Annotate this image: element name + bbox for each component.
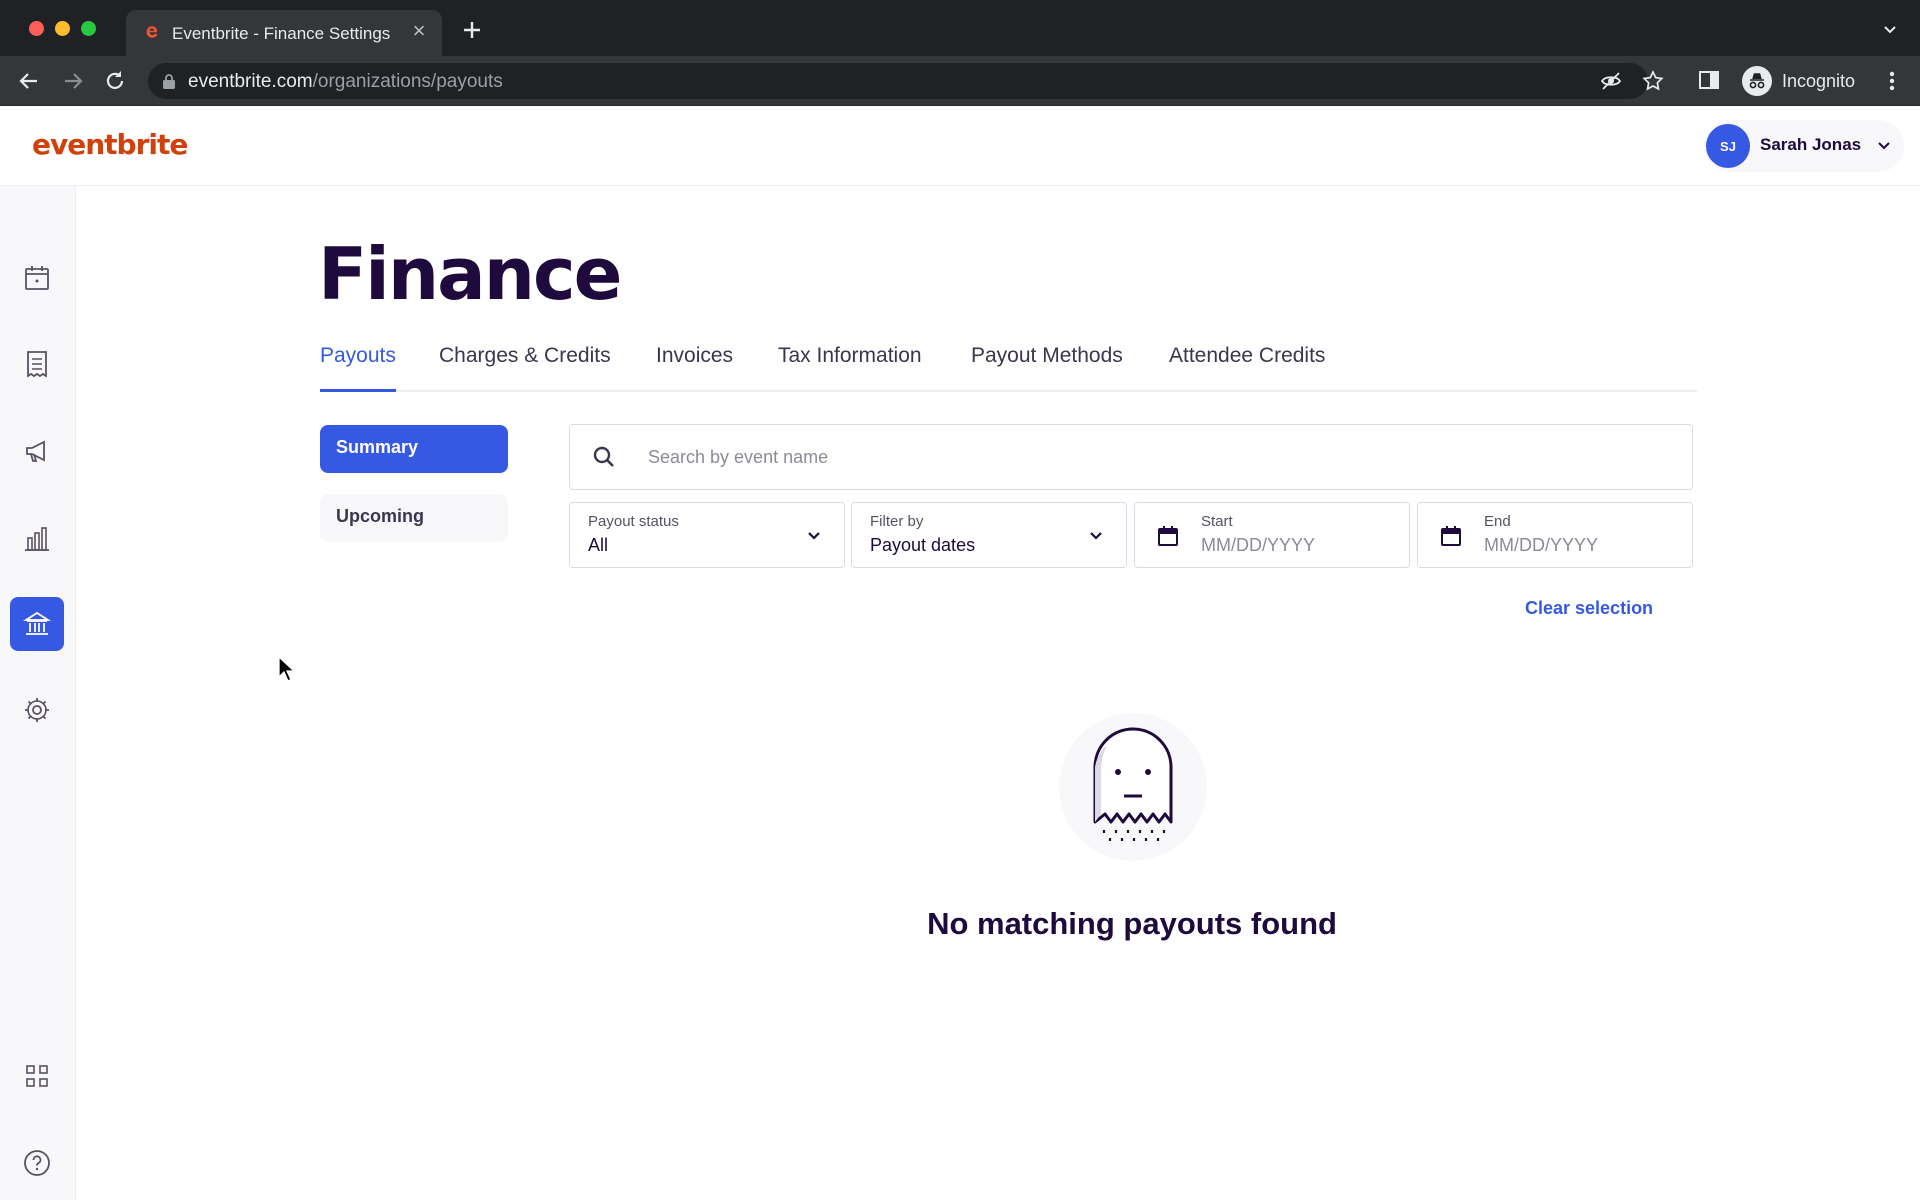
search-icon [593, 446, 614, 467]
incognito-profile-button[interactable]: Incognito [1738, 63, 1871, 99]
window-zoom-button[interactable] [81, 21, 96, 36]
start-date-field[interactable]: Start MM/DD/YYYY [1134, 502, 1410, 568]
tab-attendee-credits[interactable]: Attendee Credits [1169, 344, 1325, 392]
tab-search-chevron-icon[interactable] [1882, 22, 1898, 38]
end-date-label: End [1484, 513, 1511, 530]
apps-grid-icon [26, 1065, 48, 1087]
filter-by-value: Payout dates [870, 535, 976, 555]
url-text[interactable]: eventbrite.com/organizations/payouts [188, 71, 503, 93]
tab-close-icon[interactable]: × [408, 20, 430, 42]
calendar-icon [25, 266, 49, 290]
payout-status-value: All [588, 535, 609, 555]
bookmark-star-icon[interactable] [1642, 70, 1664, 92]
browser-tab-bar: Eventbrite - Finance Settings × [0, 0, 1920, 56]
side-panel-icon[interactable] [1698, 69, 1720, 91]
reload-icon[interactable] [102, 68, 128, 94]
filter-by-select[interactable]: Filter by Payout dates [851, 502, 1127, 568]
payout-status-label: Payout status [588, 513, 679, 530]
eye-slash-icon[interactable] [1600, 70, 1622, 92]
eventbrite-favicon-icon [146, 26, 158, 38]
address-bar[interactable]: eventbrite.com/organizations/payouts [148, 63, 1664, 99]
ghost-illustration-icon [1059, 713, 1207, 861]
upcoming-nav-button[interactable]: Upcoming [320, 494, 508, 542]
avatar: SJ [1706, 124, 1750, 168]
lock-icon[interactable] [162, 73, 176, 89]
filter-by-label: Filter by [870, 513, 924, 530]
incognito-icon [1742, 66, 1772, 96]
sidebar-item-apps[interactable] [10, 1049, 64, 1103]
tab-payout-methods[interactable]: Payout Methods [971, 344, 1123, 392]
tab-invoices[interactable]: Invoices [656, 344, 733, 392]
start-date-placeholder: MM/DD/YYYY [1201, 535, 1316, 555]
url-domain: eventbrite.com [188, 71, 313, 92]
tab-charges-credits[interactable]: Charges & Credits [439, 344, 611, 392]
tab-payouts[interactable]: Payouts [320, 344, 396, 392]
clear-selection-link[interactable]: Clear selection [1525, 598, 1653, 619]
incognito-label: Incognito [1782, 70, 1856, 91]
tab-title: Eventbrite - Finance Settings [172, 24, 391, 43]
event-search-box [569, 424, 1693, 490]
payout-status-select[interactable]: Payout status All [569, 502, 845, 568]
calendar-icon [1441, 526, 1461, 546]
gear-icon [25, 698, 49, 722]
new-tab-icon[interactable] [460, 18, 484, 42]
start-date-label: Start [1201, 513, 1233, 530]
sidebar-item-reports[interactable] [10, 511, 64, 565]
calendar-icon [1158, 526, 1178, 546]
chevron-down-icon [808, 532, 820, 540]
finance-tabs: Payouts Charges & Credits Invoices Tax I… [320, 344, 1697, 392]
user-menu-button[interactable]: SJ Sarah Jonas [1704, 120, 1904, 172]
bank-icon [22, 611, 52, 635]
window-minimize-button[interactable] [55, 21, 70, 36]
browser-tab[interactable]: Eventbrite - Finance Settings × [126, 10, 442, 56]
bar-chart-icon [25, 527, 49, 551]
chevron-down-icon [1878, 142, 1890, 150]
summary-nav-button[interactable]: Summary [320, 425, 508, 473]
empty-state-message: No matching payouts found [927, 906, 1337, 941]
sidebar-item-help[interactable] [10, 1136, 64, 1190]
page-title: Finance [318, 232, 622, 316]
end-date-field[interactable]: End MM/DD/YYYY [1417, 502, 1693, 568]
orders-list-icon [27, 351, 47, 378]
window-close-button[interactable] [29, 21, 44, 36]
mouse-cursor-icon [278, 656, 296, 682]
sidebar-nav [0, 186, 76, 1200]
url-path: /organizations/payouts [312, 71, 503, 92]
chevron-down-icon [1090, 532, 1102, 540]
megaphone-icon [26, 440, 45, 462]
end-date-placeholder: MM/DD/YYYY [1484, 535, 1599, 555]
search-input[interactable] [648, 439, 1668, 475]
forward-arrow-icon[interactable] [60, 68, 86, 94]
sidebar-item-marketing[interactable] [10, 424, 64, 478]
sidebar-item-settings[interactable] [10, 683, 64, 737]
tab-tax-information[interactable]: Tax Information [778, 344, 922, 392]
browser-menu-icon[interactable] [1882, 69, 1902, 93]
browser-toolbar: eventbrite.com/organizations/payouts Inc… [0, 56, 1920, 106]
sidebar-item-finance[interactable] [10, 597, 64, 651]
app-header: eventbrite SJ Sarah Jonas [0, 106, 1920, 186]
help-icon [24, 1150, 50, 1176]
sidebar-item-events[interactable] [10, 251, 64, 305]
user-name: Sarah Jonas [1760, 135, 1862, 154]
back-arrow-icon[interactable] [16, 68, 42, 94]
eventbrite-logo[interactable]: eventbrite [32, 128, 188, 161]
sidebar-item-orders[interactable] [10, 337, 64, 391]
